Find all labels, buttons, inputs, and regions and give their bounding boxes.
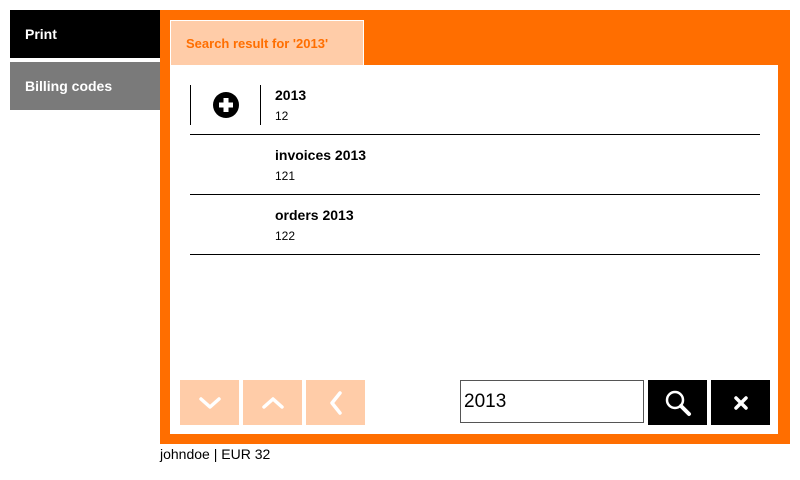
- result-title: orders 2013: [275, 207, 354, 223]
- sidebar-item-billing-codes[interactable]: Billing codes: [10, 62, 160, 110]
- result-code: 12: [275, 109, 289, 123]
- results-list: 2013 12 invoices 2013 121 orders 2013 12…: [190, 75, 760, 255]
- back-button[interactable]: [306, 380, 365, 425]
- tab-label: Search result for '2013': [186, 35, 329, 51]
- result-title: 2013: [275, 87, 307, 103]
- add-button[interactable]: [190, 85, 261, 125]
- result-code: 122: [275, 229, 296, 243]
- list-item-text: invoices 2013 121: [275, 147, 366, 183]
- list-item-text: orders 2013 122: [275, 207, 354, 243]
- tab-search-result[interactable]: Search result for '2013': [170, 20, 364, 65]
- list-item-text: 2013 12: [275, 87, 306, 123]
- search-panel: Search result for '2013' 2013 12 invoice…: [160, 10, 790, 444]
- chevron-down-icon: [198, 396, 221, 409]
- search-button[interactable]: [648, 380, 707, 425]
- search-input[interactable]: [460, 380, 644, 423]
- user-status: johndoe | EUR 32: [160, 446, 271, 462]
- scroll-down-button[interactable]: [180, 380, 239, 425]
- close-icon: [733, 395, 748, 410]
- sidebar-item-print[interactable]: Print: [10, 10, 160, 58]
- result-title: invoices 2013: [275, 147, 367, 163]
- list-item[interactable]: invoices 2013 121: [190, 135, 760, 195]
- results-area: 2013 12 invoices 2013 121 orders 2013 12…: [170, 65, 778, 367]
- list-item[interactable]: orders 2013 122: [190, 195, 760, 255]
- magnifier-icon: [665, 390, 691, 416]
- sidebar-item-label: Print: [25, 26, 57, 42]
- chevron-up-icon: [261, 396, 284, 409]
- scroll-up-button[interactable]: [243, 380, 302, 425]
- bottom-toolbar: [170, 367, 778, 434]
- sidebar: Print Billing codes: [10, 10, 160, 110]
- sidebar-item-label: Billing codes: [25, 78, 113, 94]
- clear-button[interactable]: [711, 380, 770, 425]
- list-item[interactable]: 2013 12: [190, 75, 760, 135]
- plus-circle-icon: [212, 92, 239, 118]
- result-code: 121: [275, 169, 296, 183]
- chevron-left-icon: [329, 390, 342, 415]
